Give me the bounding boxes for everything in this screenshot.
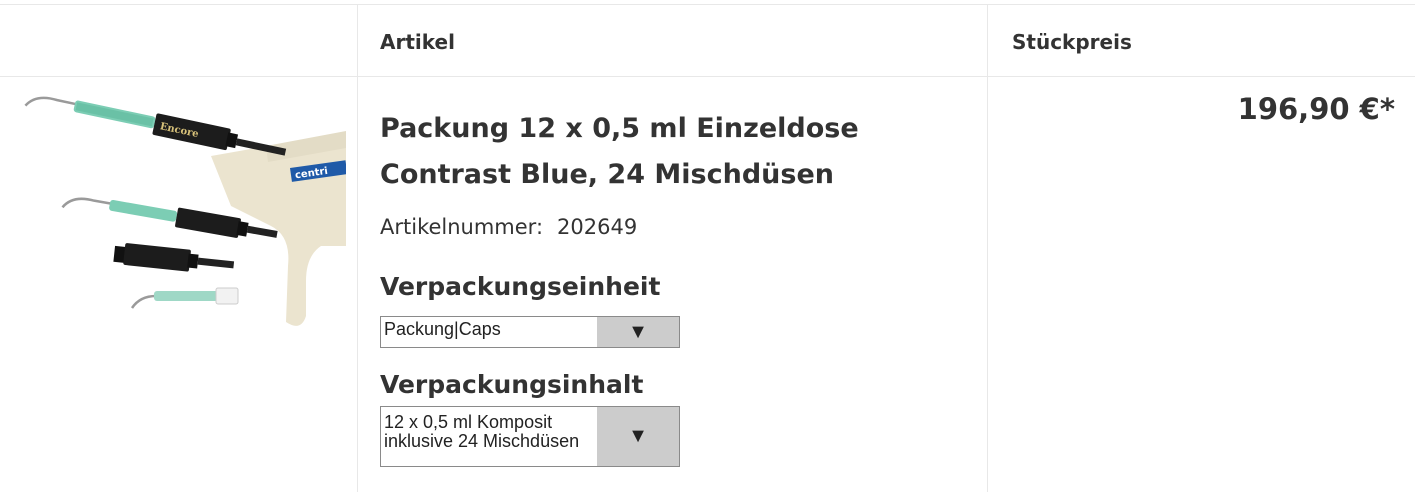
column-header-unit-price: Stückpreis: [1012, 30, 1132, 54]
packaging-content-line1: 12 x 0,5 ml Komposit: [384, 413, 553, 432]
column-divider-article: [357, 4, 358, 492]
packaging-content-line2: inklusive 24 Mischdüsen: [384, 432, 580, 451]
packaging-content-select[interactable]: 12 x 0,5 ml Komposit inklusive 24 Mischd…: [380, 406, 680, 467]
article-number: Artikelnummer: 202649: [380, 215, 637, 239]
triangle-down-icon[interactable]: ▼: [597, 317, 679, 347]
unit-price: 196,90 €*: [1237, 92, 1395, 126]
packaging-unit-value: Packung|Caps: [384, 320, 501, 339]
packaging-unit-select[interactable]: Packung|Caps ▼: [380, 316, 680, 348]
article-number-value: 202649: [557, 215, 638, 239]
product-title-line2: Contrast Blue, 24 Mischdüsen: [380, 159, 834, 190]
triangle-down-icon[interactable]: ▼: [597, 407, 679, 466]
product-title[interactable]: Packung 12 x 0,5 ml Einzeldose Contrast …: [380, 106, 960, 198]
header-row-border: [0, 76, 1415, 77]
packaging-unit-label: Verpackungseinheit: [380, 272, 661, 301]
column-header-article: Artikel: [380, 30, 455, 54]
table-top-border: [0, 4, 1415, 5]
product-image[interactable]: centri Encore: [16, 86, 348, 332]
product-title-line1: Packung 12 x 0,5 ml Einzeldose: [380, 113, 859, 144]
column-divider-price: [987, 4, 988, 492]
packaging-content-label: Verpackungsinhalt: [380, 370, 644, 399]
article-number-label: Artikelnummer:: [380, 215, 544, 239]
